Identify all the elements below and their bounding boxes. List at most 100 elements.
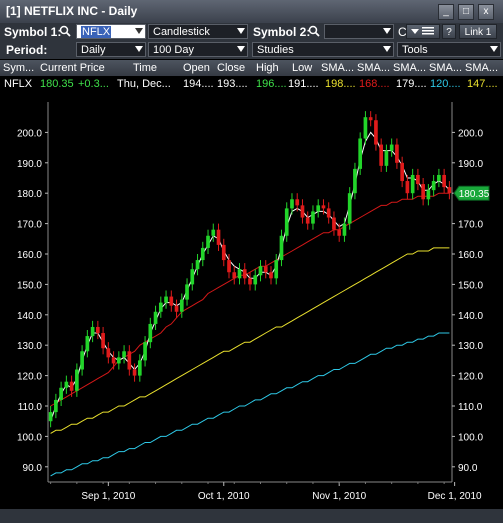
candle-body — [248, 278, 252, 285]
cell-low: 191.... — [288, 78, 319, 90]
col-header-high[interactable]: High — [256, 62, 288, 74]
candle-body — [326, 208, 331, 218]
price-chart[interactable]: 90.0 90.0 100.0 100.0 110.0 110.0 120.0 120.0 13… — [0, 92, 503, 523]
search-icon[interactable] — [308, 25, 320, 37]
studies-select[interactable]: Studies — [252, 42, 394, 57]
symbol1-value: NFLX — [81, 26, 112, 38]
candle-body — [242, 269, 247, 279]
col-header-open[interactable]: Open — [183, 62, 215, 74]
y-tick-label-left: 180.0 — [17, 189, 42, 200]
candle-body — [179, 299, 184, 312]
y-tick-label-right: 110.0 — [458, 402, 483, 413]
candle-body — [48, 412, 53, 422]
minimize-button[interactable]: _ — [438, 4, 454, 20]
y-tick-label-right: 190.0 — [458, 159, 483, 170]
y-tick-label-right: 140.0 — [458, 311, 483, 322]
symbol1-input[interactable]: NFLX — [76, 24, 146, 39]
studies-value: Studies — [257, 44, 294, 56]
x-tick-label: Sep 1, 2010 — [81, 491, 135, 502]
col-header-sma4[interactable]: SMA... — [429, 62, 464, 74]
candle-body — [437, 174, 441, 182]
candle-body — [153, 311, 158, 324]
candle-body — [363, 117, 368, 139]
candle-body — [127, 351, 132, 370]
col-header-time[interactable]: Time — [133, 62, 173, 74]
link-button[interactable]: Link 1 — [459, 24, 497, 39]
cell-sma5: 147.... — [467, 78, 498, 90]
y-tick-label-right: 90.0 — [458, 463, 478, 474]
list-menu-button[interactable] — [406, 24, 440, 39]
candle-body — [290, 199, 294, 209]
quote-header-row: Sym... Current Price Time Open Close Hig… — [0, 60, 503, 76]
candle-body — [137, 360, 142, 376]
tools-select[interactable]: Tools — [397, 42, 501, 57]
candle-body — [426, 190, 431, 200]
candle-body — [337, 229, 342, 236]
candle-body — [353, 168, 357, 194]
title-bar: [1] NETFLIX INC - Daily _ □ x — [0, 0, 503, 24]
maximize-button[interactable]: □ — [458, 4, 474, 20]
candle-body — [279, 235, 284, 261]
chart-canvas[interactable]: 90.0 90.0 100.0 100.0 110.0 110.0 120.0 120.0 13… — [0, 92, 503, 509]
x-tick-label: Dec 1, 2010 — [428, 491, 482, 502]
candle-body — [59, 387, 63, 400]
chart-type-select[interactable]: Candlestick — [148, 24, 248, 39]
cell-symbol: NFLX — [4, 78, 33, 90]
candle-body — [253, 275, 258, 285]
chevron-down-icon — [490, 46, 498, 52]
range-value: 100 Day — [153, 44, 194, 56]
candle-body — [237, 269, 242, 279]
col-header-sma5[interactable]: SMA... — [465, 62, 500, 74]
y-tick-label-right: 160.0 — [458, 250, 483, 261]
candle-body — [421, 184, 425, 200]
close-button[interactable]: x — [478, 4, 494, 20]
symbol2-input[interactable] — [324, 24, 394, 39]
candle-body — [274, 260, 279, 279]
quote-data-row[interactable]: NFLX 180.35 +0.3... Thu, Dec... 194.... … — [0, 76, 503, 92]
col-header-sma2[interactable]: SMA... — [357, 62, 392, 74]
chevron-down-icon — [237, 28, 245, 34]
col-header-symbol[interactable]: Sym... — [3, 62, 37, 74]
candle-body — [332, 217, 336, 230]
candle-body — [321, 205, 326, 209]
candle-body — [132, 369, 137, 376]
candle-body — [305, 217, 310, 224]
col-header-sma1[interactable]: SMA... — [321, 62, 356, 74]
symbol2-label: Symbol 2: — [253, 25, 311, 39]
period-toolbar: Period: Daily 100 Day Studies Tools — [0, 41, 503, 59]
y-tick-label-left: 190.0 — [17, 159, 42, 170]
y-tick-label-left: 130.0 — [17, 341, 42, 352]
candle-body — [347, 193, 352, 224]
candle-body — [379, 144, 384, 166]
candle-body — [148, 323, 153, 343]
chevron-down-icon — [383, 28, 391, 34]
y-tick-label-left: 90.0 — [23, 463, 43, 474]
candle-body — [158, 302, 163, 312]
candle-body — [358, 138, 363, 169]
chevron-down-icon — [237, 46, 245, 52]
col-header-price[interactable]: Current Price — [40, 62, 114, 74]
candle-body — [431, 181, 436, 191]
candle-body — [405, 181, 410, 194]
window-title: [1] NETFLIX INC - Daily — [6, 4, 138, 18]
candle-body — [416, 174, 420, 185]
candle-body — [227, 260, 231, 273]
range-select[interactable]: 100 Day — [148, 42, 248, 57]
candle-body — [311, 211, 315, 224]
candle-body — [111, 357, 116, 364]
y-tick-label-left: 170.0 — [17, 220, 42, 231]
candle-body — [164, 296, 168, 303]
status-bar — [0, 509, 503, 523]
help-button[interactable]: ? — [442, 24, 456, 39]
period-value: Daily — [81, 44, 106, 56]
candle-body — [342, 223, 347, 236]
cell-sma2: 168.... — [359, 78, 390, 90]
col-header-low[interactable]: Low — [292, 62, 318, 74]
search-icon[interactable] — [59, 25, 71, 37]
col-header-sma3[interactable]: SMA... — [393, 62, 428, 74]
col-header-close[interactable]: Close — [217, 62, 249, 74]
candle-body — [54, 399, 58, 413]
x-tick-label: Oct 1, 2010 — [198, 491, 250, 502]
cell-high: 196.... — [256, 78, 287, 90]
period-select[interactable]: Daily — [76, 42, 146, 57]
